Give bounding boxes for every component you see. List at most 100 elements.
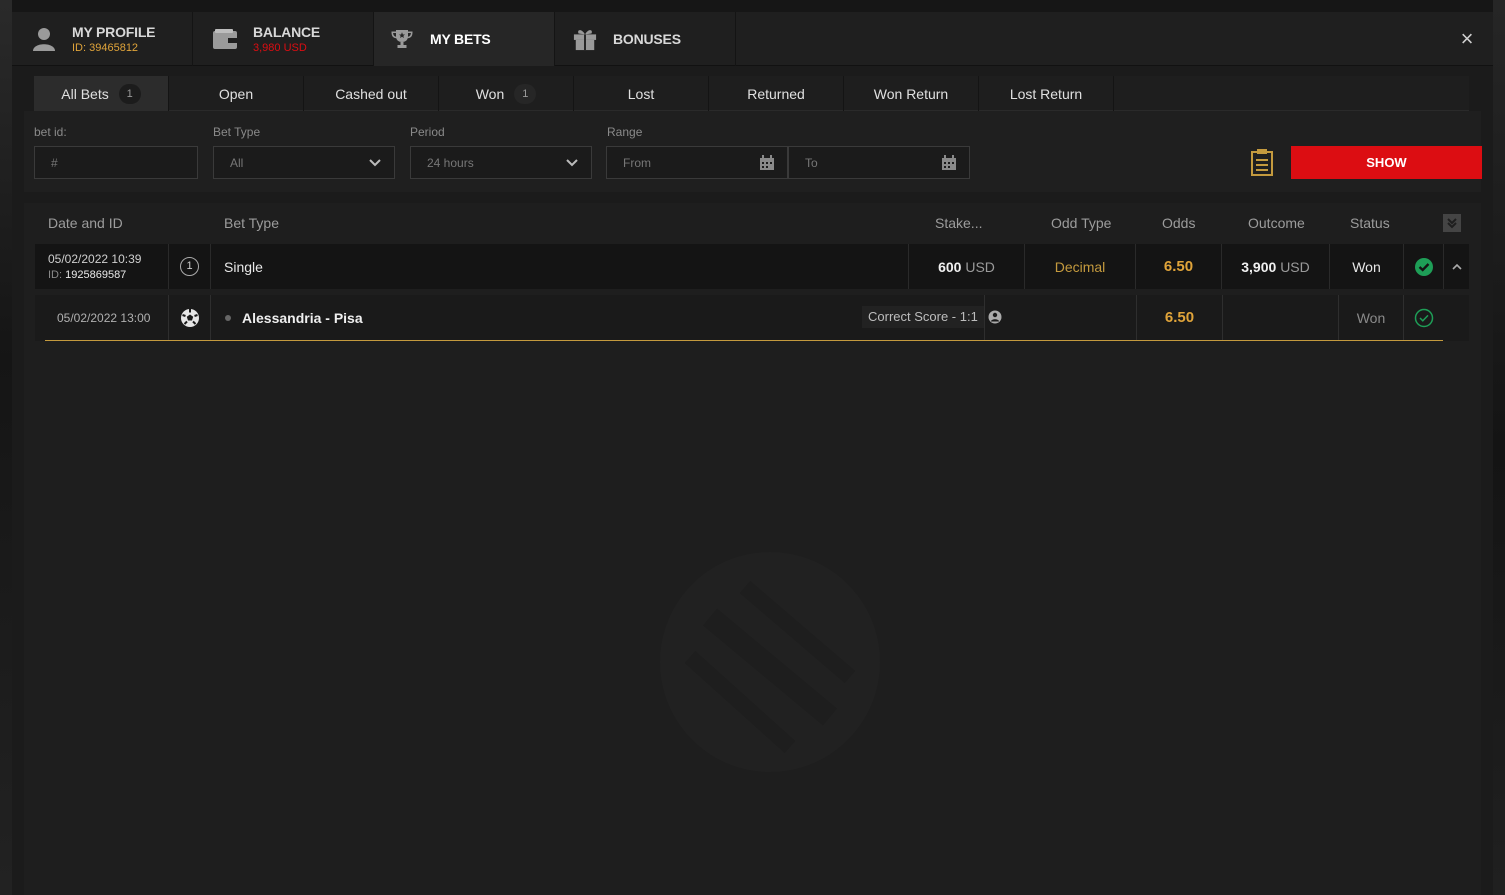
- bet-id-value: 1925869587: [65, 269, 127, 281]
- tab-my-profile[interactable]: MY PROFILE ID: 39465812: [12, 12, 193, 66]
- outcome-cell: 3,900 USD: [1222, 244, 1330, 289]
- tab-label: Won: [475, 85, 505, 102]
- check-circle-outline-icon: [1414, 308, 1434, 327]
- bet-type-select[interactable]: All: [213, 146, 395, 179]
- clipboard-icon[interactable]: [1250, 148, 1274, 176]
- account-header: MY PROFILE ID: 39465812 BALANCE 3,980 US…: [12, 12, 1493, 66]
- chevron-up-icon: [1451, 263, 1462, 270]
- bet-id-label: bet id:: [34, 125, 67, 139]
- bet-id-input[interactable]: #: [34, 146, 198, 179]
- bets-table: Date and ID Bet Type Stake... Odd Type O…: [24, 203, 1481, 895]
- tab-bonuses[interactable]: BONUSES: [555, 12, 736, 66]
- period-value: 24 hours: [427, 155, 474, 170]
- close-icon[interactable]: ×: [1455, 27, 1479, 51]
- range-to-input[interactable]: To: [788, 146, 970, 179]
- count-badge: 1: [118, 83, 141, 104]
- tab-open[interactable]: Open: [169, 76, 304, 111]
- outcome-currency: USD: [1280, 258, 1310, 275]
- selection-date-cell: 05/02/2022 13:00: [45, 295, 169, 340]
- bet-type-value: Single: [224, 258, 263, 275]
- stake-amount: 600: [938, 258, 962, 275]
- selection-underline: [45, 340, 1443, 341]
- odd-type-value: Decimal: [1054, 258, 1106, 275]
- bet-type-value: All: [230, 155, 244, 170]
- bet-id-prefix: ID:: [48, 269, 63, 281]
- event-cell: Alessandria - Pisa Correct Score - 1:1: [211, 295, 1002, 340]
- chevron-down-icon: [566, 159, 578, 167]
- backdrop-right: [1493, 0, 1505, 895]
- bet-type-label: Bet Type: [213, 125, 261, 139]
- col-bet-type: Bet Type: [224, 215, 280, 231]
- sport-cell: [169, 295, 211, 340]
- outcome-amount: 3,900: [1241, 258, 1277, 275]
- check-circle-icon: [1414, 257, 1433, 276]
- calendar-icon: [760, 155, 774, 170]
- selection-count: 1: [169, 244, 211, 289]
- tab-my-bets[interactable]: MY BETS: [374, 12, 555, 66]
- status-icon-cell: [1404, 244, 1444, 289]
- range-to-placeholder: To: [805, 155, 818, 170]
- tab-cashed-out[interactable]: Cashed out: [304, 76, 439, 111]
- tab-my-profile-title: MY PROFILE: [72, 24, 156, 40]
- selection-status: Won: [1356, 309, 1386, 326]
- table-header: Date and ID Bet Type Stake... Odd Type O…: [24, 203, 1481, 244]
- tab-my-bets-title: MY BETS: [430, 31, 491, 47]
- bet-id-placeholder: #: [51, 155, 58, 170]
- selection-row: 05/02/2022 13:00 Alessandria - Pisa Corr…: [35, 295, 1469, 341]
- backdrop-left: [0, 0, 12, 895]
- tab-won[interactable]: Won 1: [439, 76, 574, 111]
- tab-label: Won Return: [873, 85, 949, 102]
- selection-date: 05/02/2022 13:00: [57, 310, 151, 325]
- live-dot-icon: [225, 314, 231, 321]
- user-icon: [32, 27, 56, 51]
- tab-label: Lost: [627, 85, 655, 102]
- tab-label: Open: [218, 85, 254, 102]
- period-select[interactable]: 24 hours: [410, 146, 592, 179]
- trophy-icon: [390, 27, 414, 51]
- tab-label: Returned: [747, 85, 805, 102]
- tab-won-return[interactable]: Won Return: [844, 76, 979, 111]
- double-chevron-down-icon: [1447, 218, 1457, 229]
- tab-lost[interactable]: Lost: [574, 76, 709, 111]
- filters-panel: bet id: # Bet Type All Period 24 hours R…: [24, 111, 1482, 192]
- show-button[interactable]: SHOW: [1291, 146, 1482, 179]
- collapse-button[interactable]: [1444, 244, 1469, 289]
- bet-id-row: ID: 1925869587: [48, 269, 126, 281]
- table-row[interactable]: 05/02/2022 10:39 ID: 1925869587 1 Single…: [35, 244, 1469, 289]
- bet-type-cell: Single: [211, 244, 909, 289]
- tab-lost-return[interactable]: Lost Return: [979, 76, 1114, 111]
- col-odd-type: Odd Type: [1051, 215, 1112, 231]
- status-value: Won: [1352, 258, 1381, 275]
- stake-cell: 600 USD: [909, 244, 1025, 289]
- gift-icon: [573, 27, 597, 51]
- odds-cell: 6.50: [1136, 244, 1222, 289]
- stats-info-icon[interactable]: [988, 310, 1002, 324]
- tab-balance[interactable]: BALANCE 3,980 USD: [193, 12, 374, 66]
- tab-bonuses-title: BONUSES: [613, 31, 681, 47]
- expand-all-button[interactable]: [1443, 214, 1461, 232]
- balance-amount: 3,980 USD: [253, 42, 307, 54]
- tab-all-bets[interactable]: All Bets 1: [34, 76, 169, 111]
- col-odds: Odds: [1162, 215, 1196, 231]
- logo-watermark-icon: [660, 552, 880, 772]
- wallet-icon: [213, 27, 237, 51]
- calendar-icon: [942, 155, 956, 170]
- odd-type-cell: Decimal: [1025, 244, 1136, 289]
- backdrop-top: [0, 0, 1505, 12]
- event-name: Alessandria - Pisa: [242, 309, 363, 326]
- range-from-placeholder: From: [623, 155, 651, 170]
- tab-returned[interactable]: Returned: [709, 76, 844, 111]
- stake-currency: USD: [965, 258, 995, 275]
- selection-odds-cell: 6.50: [1137, 295, 1223, 340]
- count-badge: 1: [514, 83, 537, 104]
- col-status: Status: [1350, 215, 1390, 231]
- selection-status-cell: Won: [1339, 295, 1404, 340]
- chevron-down-icon: [369, 159, 381, 167]
- account-modal: MY PROFILE ID: 39465812 BALANCE 3,980 US…: [12, 12, 1493, 895]
- tab-label: Cashed out: [335, 85, 407, 102]
- range-from-input[interactable]: From: [606, 146, 788, 179]
- range-label: Range: [607, 125, 643, 139]
- period-label: Period: [410, 125, 445, 139]
- tab-label: Lost Return: [1009, 85, 1083, 102]
- odds-value: 6.50: [1163, 258, 1194, 275]
